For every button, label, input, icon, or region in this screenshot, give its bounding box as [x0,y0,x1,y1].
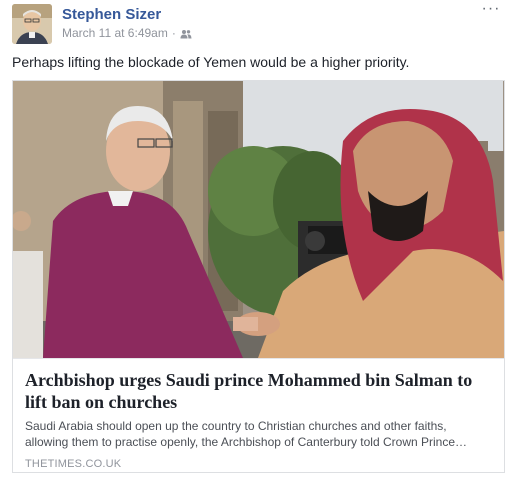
link-description: Saudi Arabia should open up the country … [25,419,468,449]
post-header: Stephen Sizer March 11 at 6:49am · ··· [12,1,502,44]
link-preview-image[interactable] [13,81,504,358]
author-avatar[interactable] [12,4,52,44]
post-timestamp[interactable]: March 11 at 6:49am [62,26,168,40]
post-meta: March 11 at 6:49am · [62,26,192,40]
friends-icon [180,28,192,39]
meta-separator: · [171,26,176,40]
post-card: Stephen Sizer March 11 at 6:49am · ··· P… [0,0,512,477]
post-text: Perhaps lifting the blockade of Yemen wo… [12,54,410,70]
more-options-button[interactable]: ··· [480,1,502,18]
link-domain: THETIMES.CO.UK [25,458,122,470]
link-title[interactable]: Archbishop urges Saudi prince Mohammed b… [25,369,492,413]
link-preview-body[interactable]: Archbishop urges Saudi prince Mohammed b… [13,358,504,472]
author-name[interactable]: Stephen Sizer [62,6,161,23]
link-preview[interactable]: Archbishop urges Saudi prince Mohammed b… [12,80,505,473]
